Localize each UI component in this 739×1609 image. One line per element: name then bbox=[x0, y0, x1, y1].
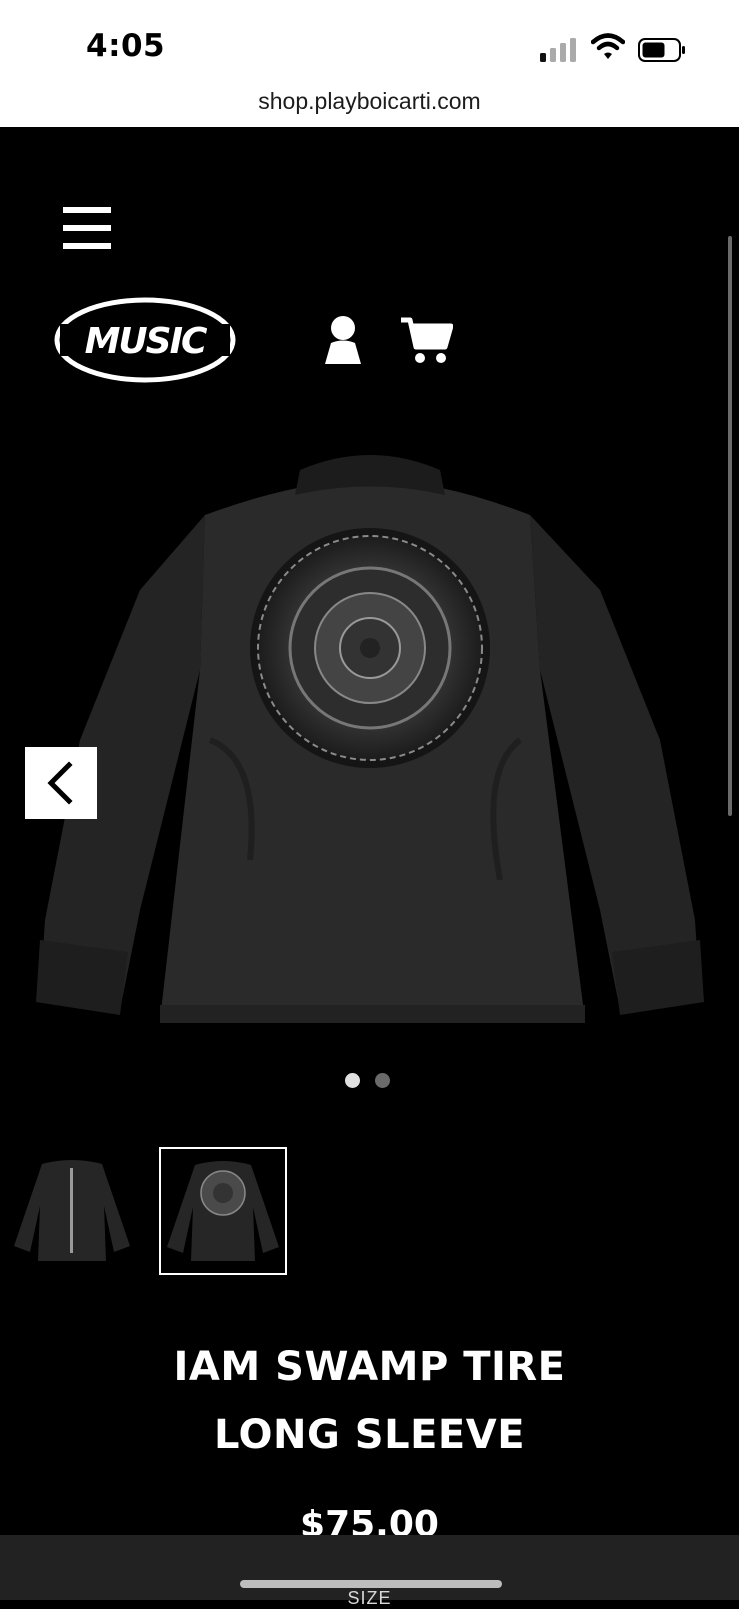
music-logo[interactable]: MUSIC bbox=[52, 294, 238, 386]
product-image[interactable] bbox=[0, 440, 739, 1060]
carousel-dot[interactable] bbox=[345, 1073, 360, 1088]
wifi-icon bbox=[591, 33, 625, 59]
menu-icon[interactable] bbox=[63, 207, 111, 249]
logo-text: MUSIC bbox=[85, 321, 208, 362]
url-text: shop.playboicarti.com bbox=[258, 88, 481, 114]
product-thumbnail-selected[interactable] bbox=[159, 1147, 287, 1275]
product-title: IAM SWAMP TIRE LONG SLEEVE bbox=[0, 1333, 739, 1469]
thumbnail-image bbox=[167, 1161, 279, 1261]
size-label: SIZE bbox=[347, 1588, 392, 1608]
cellular-signal-icon bbox=[540, 36, 576, 62]
carousel-dot[interactable] bbox=[375, 1073, 390, 1088]
product-title-line1: IAM SWAMP TIRE bbox=[173, 1344, 566, 1390]
status-bar: 4:05 bbox=[0, 0, 739, 82]
home-indicator[interactable] bbox=[240, 1580, 502, 1588]
previous-image-button[interactable] bbox=[25, 747, 97, 819]
address-bar[interactable]: shop.playboicarti.com bbox=[0, 82, 739, 127]
account-icon[interactable] bbox=[322, 316, 364, 366]
cart-icon[interactable] bbox=[399, 316, 453, 366]
chevron-left-icon bbox=[47, 761, 73, 805]
product-thumbnail[interactable] bbox=[12, 1156, 132, 1266]
battery-icon bbox=[638, 38, 685, 62]
product-title-line2: LONG SLEEVE bbox=[213, 1412, 526, 1458]
status-time: 4:05 bbox=[86, 28, 166, 64]
